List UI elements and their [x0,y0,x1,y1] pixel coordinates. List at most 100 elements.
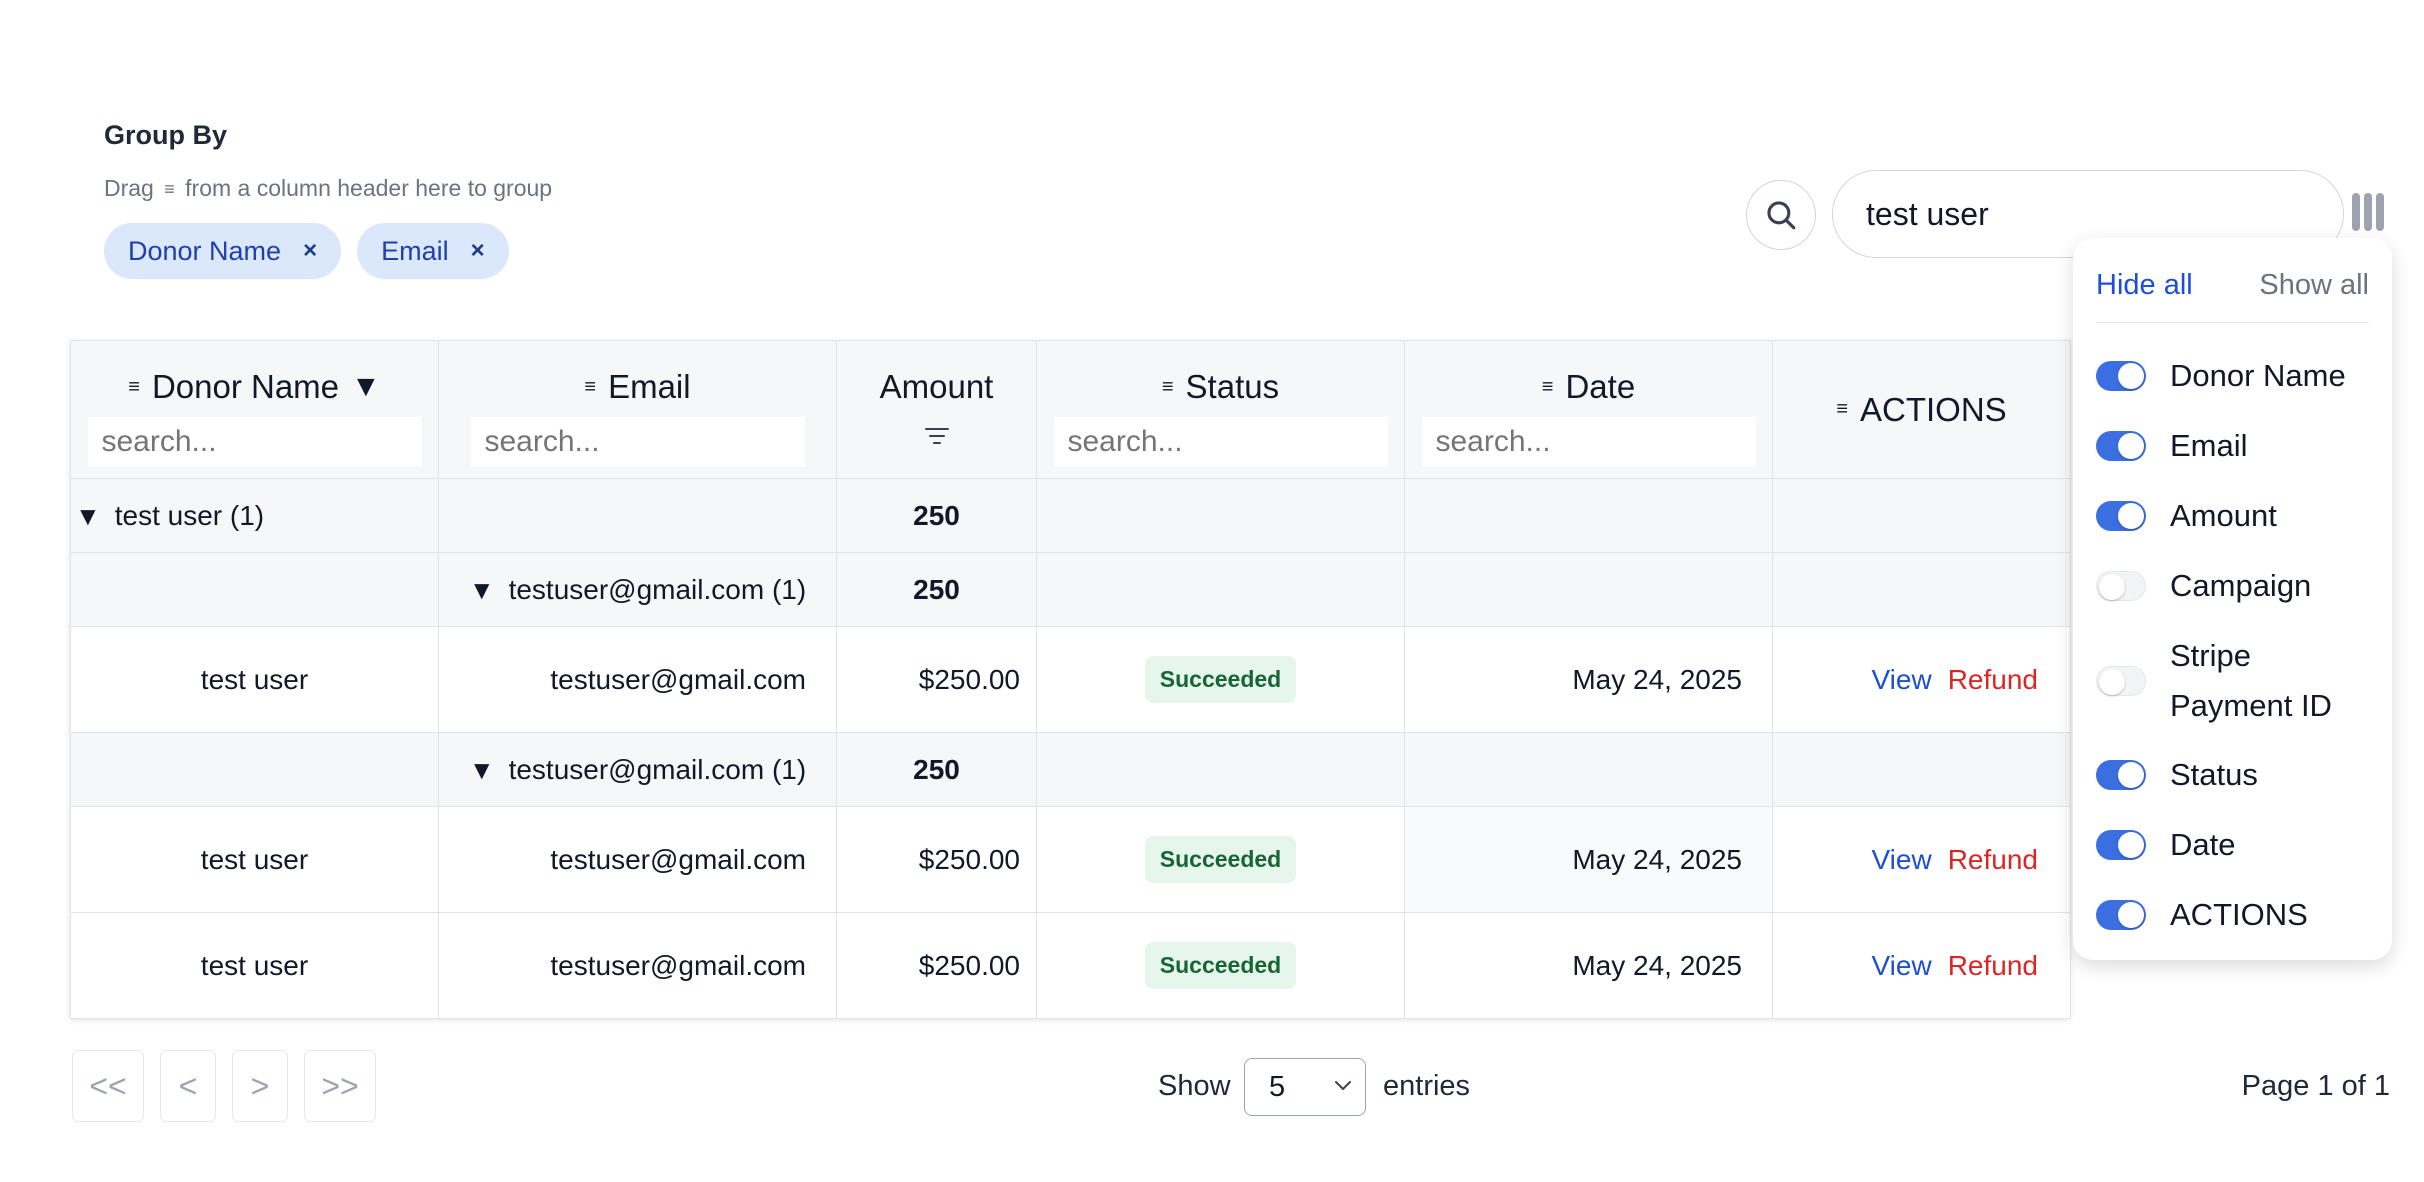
header-email[interactable]: ≡ Email [438,340,837,479]
column-option-date[interactable]: Date [2096,820,2376,870]
toggle-switch[interactable] [2096,900,2146,930]
empty-cell [1404,478,1773,553]
subgroup-cell[interactable]: ▼ testuser@gmail.com (1) [438,732,837,807]
show-all-button[interactable]: Show all [2259,269,2369,302]
group-chip-donor-name[interactable]: Donor Name × [104,223,342,279]
refund-link[interactable]: Refund [1948,844,2038,875]
empty-cell [438,478,837,553]
view-link[interactable]: View [1872,950,1932,981]
header-donor-name[interactable]: ≡ Donor Name ▼ [70,340,439,479]
header-status[interactable]: ≡ Status [1036,340,1405,479]
status-filter-input[interactable] [1053,417,1388,467]
refund-link[interactable]: Refund [1948,950,2038,981]
toggle-switch[interactable] [2096,666,2146,696]
group-chip-label: Donor Name [128,235,282,266]
view-link[interactable]: View [1872,664,1932,695]
empty-cell [70,552,439,627]
donor-name-cell: test user [70,912,439,1019]
drag-handle-icon[interactable]: ≡ [1836,398,1848,421]
subgroup-row[interactable]: ▼ testuser@gmail.com (1) 250 [70,552,2071,627]
last-page-button[interactable]: >> [304,1050,376,1122]
subgroup-label: testuser@gmail.com (1) [508,753,807,785]
group-by-hint-before: Drag [104,175,154,201]
toggle-switch[interactable] [2096,760,2146,790]
drag-handle-icon[interactable]: ≡ [584,376,596,399]
amount-cell: $250.00 [836,626,1037,733]
table-row: test user testuser@gmail.com $250.00 Suc… [70,626,2071,733]
toggle-switch[interactable] [2096,830,2146,860]
prev-page-button[interactable]: < [160,1050,216,1122]
header-label[interactable]: Email [608,368,691,406]
header-label[interactable]: Status [1186,368,1280,406]
empty-cell [1036,552,1405,627]
empty-cell [1404,732,1773,807]
column-option-campaign[interactable]: Campaign [2096,561,2376,611]
column-option-label: Stripe Payment ID [2170,638,2332,723]
header-label[interactable]: Amount [880,368,994,406]
remove-chip-icon[interactable]: × [303,237,317,265]
search-button[interactable] [1746,180,1816,250]
date-cell: May 24, 2025 [1404,912,1773,1019]
first-page-button[interactable]: << [72,1050,144,1122]
header-actions[interactable]: ≡ ACTIONS [1772,340,2071,479]
header-label[interactable]: Donor Name [152,368,339,406]
view-link[interactable]: View [1872,844,1932,875]
column-option-email[interactable]: Email [2096,421,2376,471]
column-option-actions[interactable]: ACTIONS [2096,890,2376,940]
toggle-switch[interactable] [2096,431,2146,461]
header-label[interactable]: Date [1565,368,1635,406]
email-cell: testuser@gmail.com [438,912,837,1019]
subgroup-label: testuser@gmail.com (1) [508,573,807,605]
collapse-triangle-icon[interactable]: ▼ [469,575,495,605]
column-option-label: Amount [2170,498,2277,533]
filter-icon[interactable] [837,417,1036,457]
column-option-status[interactable]: Status [2096,750,2376,800]
group-cell[interactable]: ▼ test user (1) [70,478,439,553]
subgroup-cell[interactable]: ▼ testuser@gmail.com (1) [438,552,837,627]
email-cell: testuser@gmail.com [438,806,837,913]
toggle-knob [2118,433,2144,459]
remove-chip-icon[interactable]: × [471,237,485,265]
status-badge: Succeeded [1144,836,1297,883]
page-info: Page 1 of 1 [2241,1070,2390,1102]
group-by-title: Group By [104,120,228,150]
toggle-switch[interactable] [2096,361,2146,391]
group-row[interactable]: ▼ test user (1) 250 [70,478,2071,553]
drag-handle-icon[interactable]: ≡ [1162,376,1174,399]
donor-name-filter-input[interactable] [87,417,422,467]
sort-desc-icon[interactable]: ▼ [351,370,381,404]
amount-cell: $250.00 [836,806,1037,913]
amount-cell: $250.00 [836,912,1037,1019]
refund-link[interactable]: Refund [1948,664,2038,695]
group-chip-label: Email [381,235,449,266]
next-page-button[interactable]: > [232,1050,288,1122]
header-label[interactable]: ACTIONS [1860,391,2007,429]
column-option-amount[interactable]: Amount [2096,491,2376,541]
header-date[interactable]: ≡ Date [1404,340,1773,479]
hide-all-button[interactable]: Hide all [2096,269,2193,302]
collapse-triangle-icon[interactable]: ▼ [469,755,495,785]
show-label: Show [1158,1070,1231,1102]
header-amount[interactable]: Amount [836,340,1037,479]
status-cell: Succeeded [1036,806,1405,913]
date-cell: May 24, 2025 [1404,626,1773,733]
columns-toggle-button[interactable] [2346,188,2390,236]
toggle-switch[interactable] [2096,501,2146,531]
column-option-label: Status [2170,757,2258,792]
status-badge: Succeeded [1144,656,1297,703]
email-filter-input[interactable] [470,417,805,467]
column-option-label: ACTIONS [2170,897,2308,932]
empty-cell [1772,732,2071,807]
column-option-donor-name[interactable]: Donor Name [2096,351,2376,401]
columns-icon-bar [2364,193,2372,231]
subgroup-row[interactable]: ▼ testuser@gmail.com (1) 250 [70,732,2071,807]
page-size-select[interactable]: 5 [1244,1058,1366,1116]
date-filter-input[interactable] [1421,417,1756,467]
collapse-triangle-icon[interactable]: ▼ [75,501,101,531]
drag-handle-icon[interactable]: ≡ [1542,376,1554,399]
drag-handle-icon[interactable]: ≡ [128,376,140,399]
table-row: test user testuser@gmail.com $250.00 Suc… [70,806,2071,913]
column-option-stripe-payment-id[interactable]: Stripe Payment ID [2096,631,2376,731]
group-chip-email[interactable]: Email × [357,223,509,279]
toggle-switch[interactable] [2096,571,2146,601]
